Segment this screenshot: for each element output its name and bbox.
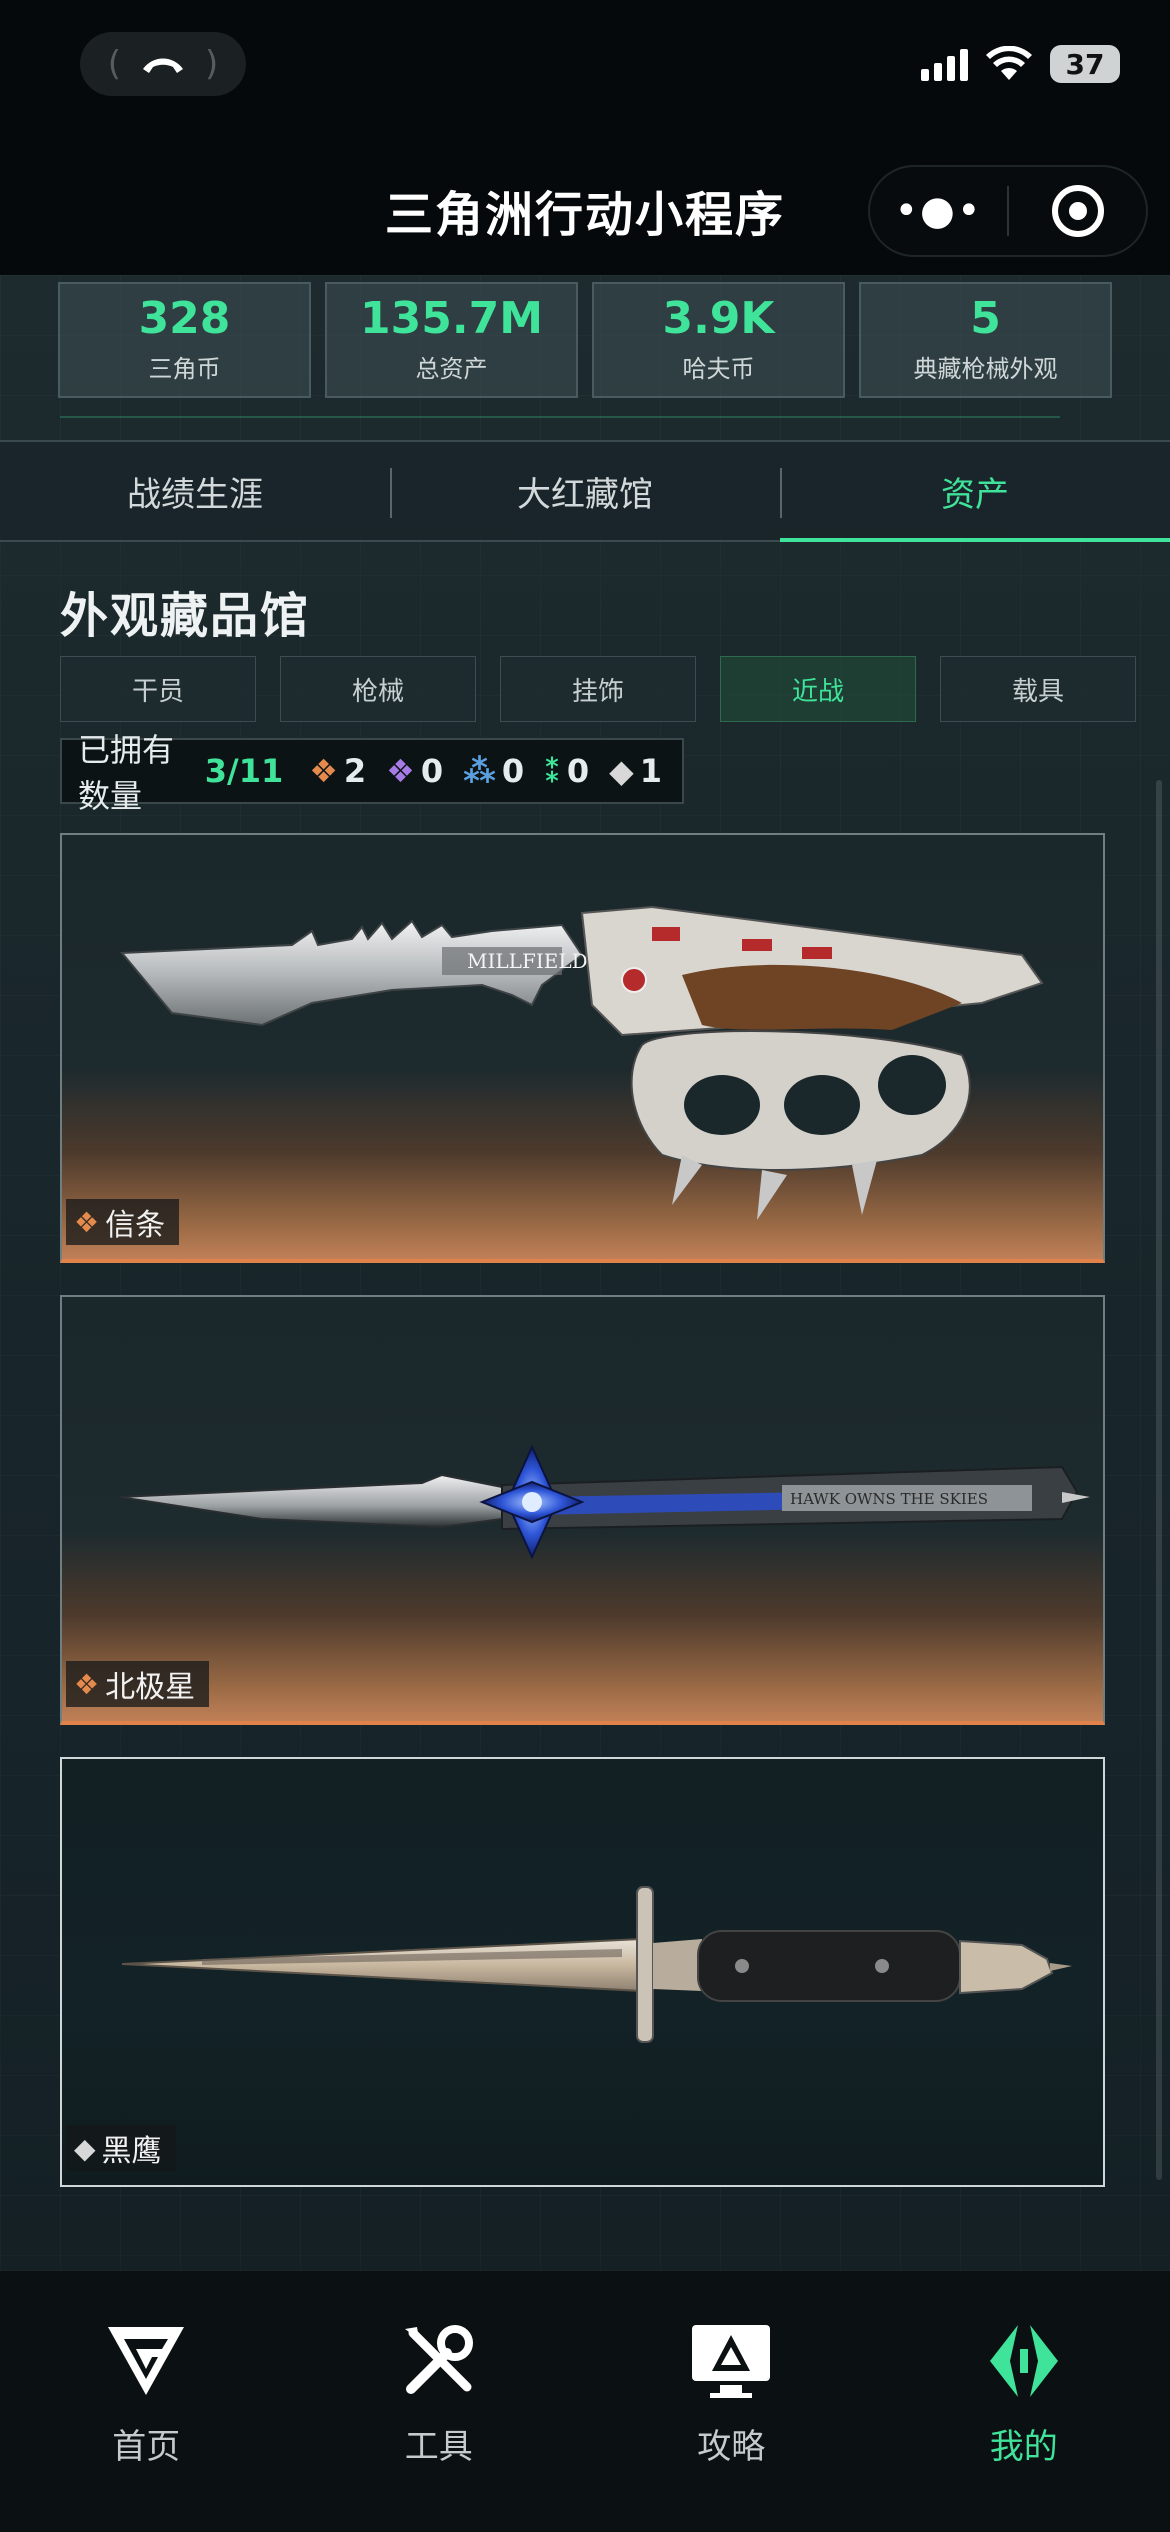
knife-engraving: HAWK OWNS THE SKIES bbox=[790, 1490, 988, 1508]
home-logo-icon bbox=[101, 2321, 191, 2401]
category-tab-guns[interactable]: 枪械 bbox=[280, 656, 476, 722]
white-diamond-icon: ◆ bbox=[609, 752, 634, 790]
stat-value: 328 bbox=[138, 293, 231, 345]
stats-row: 328 三角币 135.7M 总资产 3.9K 哈夫币 5 典藏枪械外观 bbox=[58, 282, 1112, 398]
melee-item-card[interactable]: ◆ 黑鹰 bbox=[60, 1757, 1105, 2187]
stat-label: 总资产 bbox=[415, 354, 488, 383]
close-miniprogram-button[interactable] bbox=[1009, 185, 1146, 237]
item-name: 北极星 bbox=[105, 1670, 196, 1705]
target-icon bbox=[1051, 185, 1104, 237]
stat-value: 135.7M bbox=[360, 293, 543, 345]
stat-card-coin: 328 三角币 bbox=[58, 282, 311, 398]
category-tab-vehicles[interactable]: 载具 bbox=[940, 656, 1136, 722]
rarity-count-blue: ⁂ 0 bbox=[463, 752, 524, 790]
item-name-tag: ◆ 黑鹰 bbox=[66, 2125, 176, 2171]
purple-diamond-icon: ❖ bbox=[386, 752, 415, 790]
item-name: 黑鹰 bbox=[101, 2134, 162, 2169]
nav-tools[interactable]: 工具 bbox=[293, 2271, 586, 2532]
orange-diamond-icon: ❖ bbox=[74, 1205, 100, 1239]
category-tab-melee[interactable]: 近战 bbox=[720, 656, 916, 722]
category-tab-operators[interactable]: 干员 bbox=[60, 656, 256, 722]
blue-diamond-icon: ⁂ bbox=[463, 752, 496, 790]
tools-icon bbox=[394, 2321, 484, 2401]
tab-career[interactable]: 战绩生涯 bbox=[0, 442, 390, 540]
status-bar: ( ) 37 bbox=[0, 0, 1170, 145]
category-tabs: 干员 枪械 挂饰 近战 载具 bbox=[60, 656, 1136, 722]
stat-card-skins: 5 典藏枪械外观 bbox=[859, 282, 1112, 398]
wave-right-icon: ) bbox=[205, 44, 219, 84]
rarity-count: 2 bbox=[343, 752, 367, 790]
rarity-count: 0 bbox=[566, 752, 590, 790]
item-name-tag: ❖ 信条 bbox=[66, 1199, 180, 1245]
stat-card-assets: 135.7M 总资产 bbox=[325, 282, 578, 398]
rarity-count: 0 bbox=[420, 752, 444, 790]
knife-image: MILLFIELD bbox=[119, 905, 1044, 1220]
accent-divider bbox=[60, 416, 1060, 418]
orange-diamond-icon: ❖ bbox=[74, 1667, 100, 1701]
more-dots-icon[interactable]: •●• bbox=[870, 188, 1007, 234]
knife-engraving: MILLFIELD bbox=[467, 949, 588, 973]
nav-label: 工具 bbox=[404, 2427, 473, 2467]
battery-indicator: 37 bbox=[1050, 45, 1120, 83]
knife-image bbox=[121, 1886, 1072, 2043]
tab-assets[interactable]: 资产 bbox=[780, 442, 1170, 542]
knife-image: HAWK OWNS THE SKIES bbox=[119, 1444, 1090, 1560]
nav-label: 我的 bbox=[989, 2427, 1058, 2467]
rarity-count-white: ◆ 1 bbox=[609, 752, 662, 790]
tab-red-collection[interactable]: 大红藏馆 bbox=[390, 442, 780, 540]
nav-label: 首页 bbox=[112, 2427, 181, 2467]
rarity-count: 1 bbox=[639, 752, 662, 790]
nav-guide[interactable]: 攻略 bbox=[585, 2271, 878, 2532]
stat-label: 典藏枪械外观 bbox=[913, 354, 1058, 383]
green-diamond-icon: ⁑ bbox=[544, 752, 561, 790]
melee-item-card[interactable]: HAWK OWNS THE SKIES ❖ 北极星 bbox=[60, 1295, 1105, 1725]
owned-count-bar: 已拥有数量 3/11 ❖ 2 ❖ 0 ⁂ 0 ⁑ 0 ◆ 1 bbox=[60, 731, 684, 815]
main-tabs: 战绩生涯 大红藏馆 资产 bbox=[0, 440, 1170, 542]
section-title: 外观藏品馆 bbox=[60, 588, 311, 644]
miniprogram-capsule: •●• bbox=[868, 165, 1148, 257]
stat-value: 5 bbox=[970, 293, 1001, 345]
nav-home[interactable]: 首页 bbox=[0, 2271, 293, 2532]
scrollbar[interactable] bbox=[1156, 780, 1162, 2180]
call-indicator[interactable]: ( ) bbox=[80, 32, 246, 96]
nav-profile[interactable]: 我的 bbox=[878, 2271, 1170, 2532]
melee-item-card[interactable]: MILLFIELD ❖ 信条 bbox=[60, 833, 1105, 1263]
rarity-count-purple: ❖ 0 bbox=[386, 752, 443, 790]
rarity-count: 0 bbox=[501, 752, 525, 790]
bottom-nav: 首页 工具 攻略 我的 bbox=[0, 2270, 1170, 2532]
orange-diamond-icon: ❖ bbox=[309, 752, 338, 790]
wifi-icon bbox=[986, 46, 1032, 80]
nav-label: 攻略 bbox=[697, 2427, 766, 2467]
stat-card-havoc: 3.9K 哈夫币 bbox=[592, 282, 845, 398]
item-name: 信条 bbox=[105, 1208, 166, 1243]
wave-left-icon: ( bbox=[107, 44, 121, 84]
stat-label: 三角币 bbox=[148, 354, 221, 383]
stat-value: 3.9K bbox=[662, 293, 775, 345]
white-diamond-icon: ◆ bbox=[74, 2131, 96, 2165]
owned-label: 已拥有数量 bbox=[78, 731, 175, 815]
stat-label: 哈夫币 bbox=[682, 354, 755, 383]
item-name-tag: ❖ 北极星 bbox=[66, 1661, 210, 1707]
phone-icon bbox=[143, 58, 183, 73]
owned-count: 3/11 bbox=[204, 752, 284, 790]
signal-icon bbox=[921, 47, 968, 81]
rarity-count-green: ⁑ 0 bbox=[544, 752, 589, 790]
rarity-count-orange: ❖ 2 bbox=[309, 752, 366, 790]
profile-logo-icon bbox=[979, 2321, 1069, 2401]
app-header: 三角洲行动小程序 •●• bbox=[0, 145, 1170, 275]
category-tab-charms[interactable]: 挂饰 bbox=[500, 656, 696, 722]
guide-monitor-icon bbox=[686, 2321, 776, 2401]
